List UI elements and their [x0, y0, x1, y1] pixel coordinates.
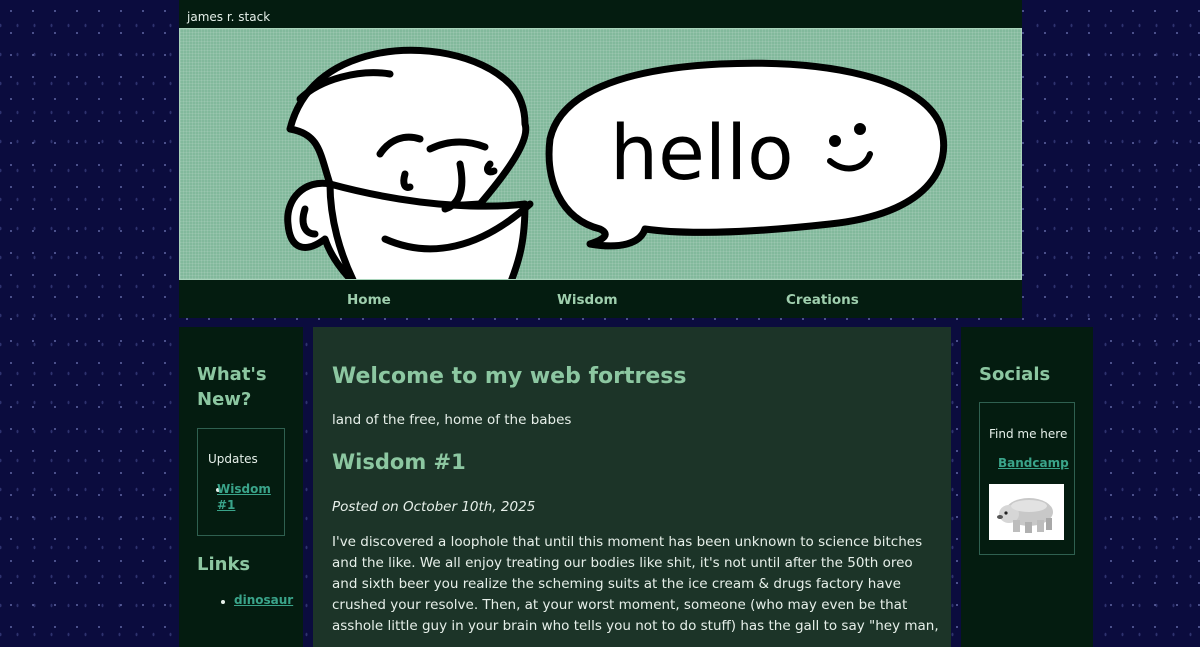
site-title: james r. stack	[179, 0, 1022, 28]
nav-wisdom[interactable]: Wisdom	[557, 292, 618, 308]
nav-creations[interactable]: Creations	[786, 292, 859, 308]
character-drawing	[284, 46, 534, 279]
socials-heading: Socials	[979, 364, 1051, 385]
post-line: and sixth beer you realize the scheming …	[332, 576, 901, 592]
speech-bubble: hello	[545, 59, 948, 250]
post-date: Posted on October 10th, 2025	[332, 499, 536, 515]
post-line: I've discovered a loophole that until th…	[332, 534, 923, 550]
header-banner: hello	[179, 28, 1022, 280]
post-title: Wisdom #1	[332, 450, 466, 474]
main-content: Welcome to my web fortress land of the f…	[313, 327, 951, 647]
links-heading: Links	[197, 554, 251, 575]
speech-text: hello	[610, 108, 794, 197]
polar-bear-icon[interactable]	[989, 484, 1064, 540]
update-link-wisdom-1[interactable]: Wisdom #1	[217, 481, 277, 513]
link-dinosaur[interactable]: dinosaur	[234, 593, 293, 607]
updates-box: Updates Wisdom #1	[197, 428, 285, 536]
bullet	[221, 600, 225, 604]
find-me-label: Find me here	[989, 427, 1068, 441]
post-line: crushed your resolve. Then, at your wors…	[332, 597, 908, 613]
site-container: james r. stack hello Home Wisdom Creatio…	[179, 0, 1022, 318]
tagline: land of the free, home of the babes	[332, 412, 572, 428]
right-sidebar: Socials Find me here Bandcamp	[961, 327, 1093, 647]
updates-label: Updates	[208, 452, 258, 466]
banner-illustration: hello	[284, 46, 948, 279]
left-sidebar: What's New? Updates Wisdom #1 Links dino…	[179, 327, 303, 647]
nav-home[interactable]: Home	[347, 292, 391, 308]
post-line: and the like. We all enjoy treating our …	[332, 555, 913, 571]
main-nav: Home Wisdom Creations	[179, 280, 1022, 318]
bandcamp-link[interactable]: Bandcamp	[998, 456, 1069, 470]
page-title: Welcome to my web fortress	[332, 364, 687, 389]
whats-new-heading: What's New?	[197, 364, 267, 410]
post-line: asshole little guy in your brain who tel…	[332, 618, 939, 634]
socials-box: Find me here Bandcamp	[979, 402, 1075, 555]
